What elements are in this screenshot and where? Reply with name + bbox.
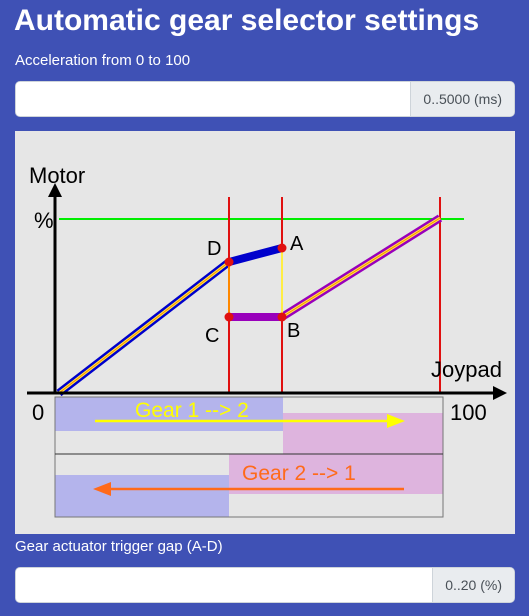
page-title: Automatic gear selector settings bbox=[14, 4, 480, 37]
trigger-gap-input-group: 0..20 (%) bbox=[15, 567, 515, 603]
gear2-curve bbox=[229, 214, 443, 321]
x-axis-arrowhead bbox=[493, 386, 507, 400]
gear2-upshift-zone bbox=[283, 413, 443, 454]
y-axis-unit: % bbox=[34, 208, 54, 233]
trigger-gap-label: Gear actuator trigger gap (A-D) bbox=[15, 538, 223, 555]
trigger-gap-unit-addon: 0..20 (%) bbox=[432, 568, 514, 602]
gear-shift-diagram: Motor % Joypad 0 100 D A C B Gear 1 --> … bbox=[15, 131, 515, 534]
point-c bbox=[224, 312, 234, 322]
acceleration-input[interactable] bbox=[16, 82, 411, 116]
gear2-curve-center bbox=[281, 217, 441, 318]
upshift-label: Gear 1 --> 2 bbox=[135, 399, 249, 422]
acceleration-label: Acceleration from 0 to 100 bbox=[15, 52, 191, 69]
gear1-downshift-zone bbox=[55, 475, 229, 517]
point-b bbox=[277, 312, 287, 322]
point-b-label: B bbox=[287, 320, 300, 342]
point-d-label: D bbox=[207, 238, 221, 260]
page: Automatic gear selector settings Acceler… bbox=[0, 0, 529, 616]
point-a-label: A bbox=[290, 233, 304, 255]
y-axis-label: Motor bbox=[29, 163, 85, 188]
trigger-gap-input[interactable] bbox=[16, 568, 433, 602]
downshift-label: Gear 2 --> 1 bbox=[242, 462, 356, 485]
gear1-curve-center bbox=[58, 261, 230, 394]
gear-shift-diagram-svg: Motor % Joypad 0 100 D A C B Gear 1 --> … bbox=[27, 163, 507, 518]
x-axis-max-label: 100 bbox=[450, 400, 487, 425]
point-a bbox=[277, 243, 287, 253]
point-d bbox=[224, 257, 234, 267]
acceleration-input-group: 0..5000 (ms) bbox=[15, 81, 515, 117]
point-c-label: C bbox=[205, 325, 219, 347]
x-axis-min-label: 0 bbox=[32, 400, 44, 425]
x-axis-label: Joypad bbox=[431, 357, 502, 382]
acceleration-unit-addon: 0..5000 (ms) bbox=[410, 82, 514, 116]
